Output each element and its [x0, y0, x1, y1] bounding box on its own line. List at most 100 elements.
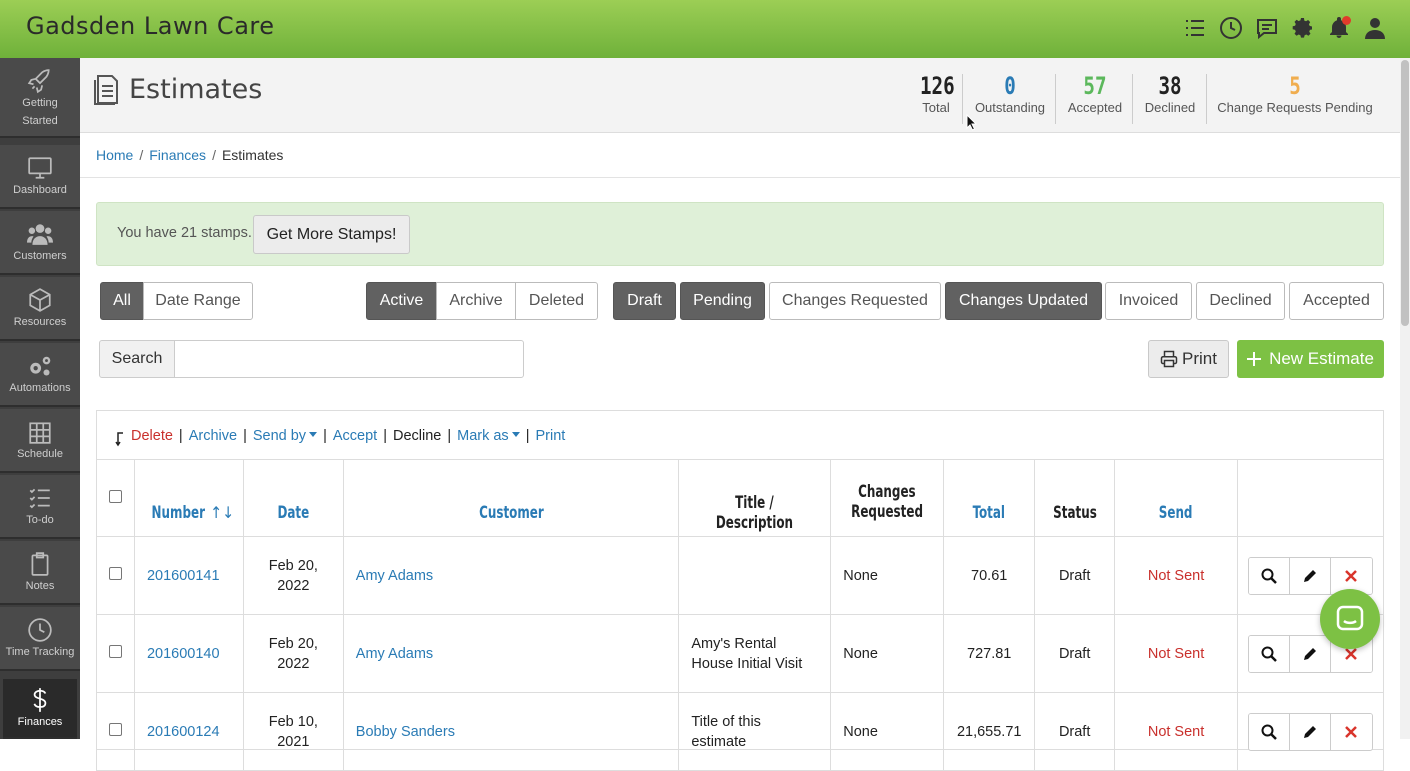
- send-by-label: Send by: [252, 428, 307, 444]
- bulk-delete-link[interactable]: Delete: [131, 428, 173, 444]
- column-label: Status: [1052, 503, 1097, 523]
- list-icon[interactable]: [1182, 14, 1208, 42]
- filter-changes-updated-button[interactable]: Changes Updated: [945, 282, 1102, 320]
- sidebar-item-schedule[interactable]: Schedule: [0, 409, 80, 473]
- stat-accepted[interactable]: 57 Accepted: [1064, 72, 1126, 115]
- sidebar-item-time-tracking[interactable]: Time Tracking: [0, 607, 80, 671]
- row-select-cell: [96, 536, 135, 615]
- sidebar-item-to-do[interactable]: To-do: [0, 475, 80, 539]
- filter-invoiced-button[interactable]: Invoiced: [1105, 282, 1192, 320]
- column-send[interactable]: Send: [1114, 459, 1238, 537]
- filter-active-button[interactable]: Active: [366, 282, 437, 320]
- estimate-number[interactable]: 201600140: [133, 614, 244, 693]
- column-date[interactable]: Date: [242, 459, 344, 537]
- sidebar-item-automations[interactable]: Automations: [0, 343, 80, 407]
- delete-button[interactable]: [1330, 713, 1372, 750]
- scrollbar-thumb[interactable]: [1401, 60, 1409, 326]
- edit-button[interactable]: [1289, 635, 1331, 672]
- sidebar-item-dashboard[interactable]: Dashboard: [0, 145, 80, 209]
- customer-link[interactable]: Amy Adams: [342, 614, 680, 693]
- estimate-status: Draft: [1034, 614, 1116, 693]
- chevron-down-icon: [511, 432, 520, 437]
- stat-change-requests[interactable]: 5 Change Requests Pending: [1216, 72, 1374, 115]
- plus-icon: [1247, 352, 1262, 366]
- filter-deleted-button[interactable]: Deleted: [515, 282, 598, 320]
- customer-link[interactable]: Bobby Sanders: [342, 692, 680, 771]
- column-customer[interactable]: Customer: [342, 459, 680, 537]
- column-label: Date: [277, 503, 310, 523]
- breadcrumb-finances[interactable]: Finances: [149, 147, 206, 163]
- sidebar-item-customers[interactable]: Customers: [0, 211, 80, 275]
- stamps-alert: You have 21 stamps. Get More Stamps!: [96, 202, 1384, 266]
- get-more-stamps-button[interactable]: Get More Stamps!: [253, 215, 410, 254]
- bulk-archive-link[interactable]: Archive: [189, 428, 237, 444]
- clipboard-icon: [31, 552, 49, 576]
- sidebar-item-getting-started[interactable]: Getting Started: [0, 58, 80, 138]
- select-all-checkbox[interactable]: [108, 490, 122, 503]
- filter-declined-button[interactable]: Declined: [1196, 282, 1285, 320]
- send-status: Not Sent: [1114, 536, 1238, 615]
- stat-total[interactable]: 126 Total: [916, 72, 956, 115]
- table-header-row: Number ↑↓ Date Customer Title / Descripti…: [96, 459, 1385, 537]
- new-estimate-button[interactable]: New Estimate: [1237, 340, 1384, 378]
- clock-icon[interactable]: [1218, 14, 1244, 42]
- page-title: Estimates: [129, 74, 263, 105]
- bulk-mark-as-dropdown[interactable]: Mark as: [457, 428, 520, 444]
- filter-archive-button[interactable]: Archive: [436, 282, 516, 320]
- mark-as-label: Mark as: [457, 428, 509, 444]
- sidebar-item-notes[interactable]: Notes: [0, 541, 80, 605]
- filter-pending-button[interactable]: Pending: [680, 282, 765, 320]
- print-button[interactable]: Print: [1148, 340, 1229, 378]
- sidebar-label: Schedule: [17, 448, 63, 460]
- view-button[interactable]: [1248, 635, 1290, 672]
- user-icon[interactable]: [1362, 14, 1388, 42]
- breadcrumb-home[interactable]: Home: [96, 147, 133, 163]
- breadcrumb: Home / Finances / Estimates: [96, 147, 284, 163]
- divider: [962, 74, 963, 124]
- view-button[interactable]: [1248, 713, 1290, 750]
- filter-accepted-button[interactable]: Accepted: [1289, 282, 1384, 320]
- column-label: Total: [972, 503, 1006, 523]
- sidebar-label: Customers: [13, 250, 67, 262]
- changes-requested: None: [830, 614, 945, 693]
- chat-widget-button[interactable]: [1320, 589, 1380, 649]
- bulk-send-by-dropdown[interactable]: Send by: [252, 428, 318, 444]
- date-line: Feb 20,: [268, 635, 318, 652]
- filter-changes-requested-button[interactable]: Changes Requested: [769, 282, 941, 320]
- search-input[interactable]: [174, 340, 524, 378]
- gear-icon[interactable]: [1290, 14, 1316, 42]
- filter-draft-button[interactable]: Draft: [613, 282, 676, 320]
- column-total[interactable]: Total: [943, 459, 1036, 537]
- sidebar-label: Started: [22, 115, 58, 127]
- column-number[interactable]: Number ↑↓: [133, 459, 244, 537]
- bulk-accept-link[interactable]: Accept: [333, 428, 377, 444]
- sidebar-item-finances[interactable]: Finances: [3, 679, 77, 739]
- bulk-print-link[interactable]: Print: [535, 428, 565, 444]
- bulk-decline-link[interactable]: Decline: [393, 428, 441, 444]
- chat-icon[interactable]: [1254, 14, 1280, 42]
- arrow-down-left-icon: [115, 432, 123, 447]
- sidebar-item-resources[interactable]: Resources: [0, 277, 80, 341]
- edit-button[interactable]: [1289, 557, 1331, 594]
- stat-value: 57: [1083, 72, 1107, 100]
- stat-declined[interactable]: 38 Declined: [1140, 72, 1200, 115]
- users-icon: [27, 224, 53, 245]
- estimate-number[interactable]: 201600124: [133, 692, 244, 771]
- filter-all-button[interactable]: All: [100, 282, 144, 320]
- row-checkbox[interactable]: [108, 567, 122, 580]
- estimate-date: Feb 20, 2022: [242, 536, 344, 615]
- estimate-date: Feb 20, 2022: [242, 614, 344, 693]
- estimate-date: Feb 10, 2021: [242, 692, 344, 771]
- estimate-number[interactable]: 201600141: [133, 536, 244, 615]
- search-icon: [1261, 646, 1277, 662]
- filter-date-range-button[interactable]: Date Range: [143, 282, 253, 320]
- customer-link[interactable]: Amy Adams: [342, 536, 680, 615]
- bulk-actions: Delete | Archive | Send by | Accept | Declin…: [115, 425, 565, 447]
- row-checkbox[interactable]: [108, 723, 122, 736]
- view-button[interactable]: [1248, 557, 1290, 594]
- row-checkbox[interactable]: [108, 645, 122, 658]
- desc-line: Title of this: [691, 713, 761, 730]
- bell-icon[interactable]: [1326, 14, 1352, 42]
- edit-button[interactable]: [1289, 713, 1331, 750]
- stat-outstanding[interactable]: 0 Outstanding: [972, 72, 1048, 115]
